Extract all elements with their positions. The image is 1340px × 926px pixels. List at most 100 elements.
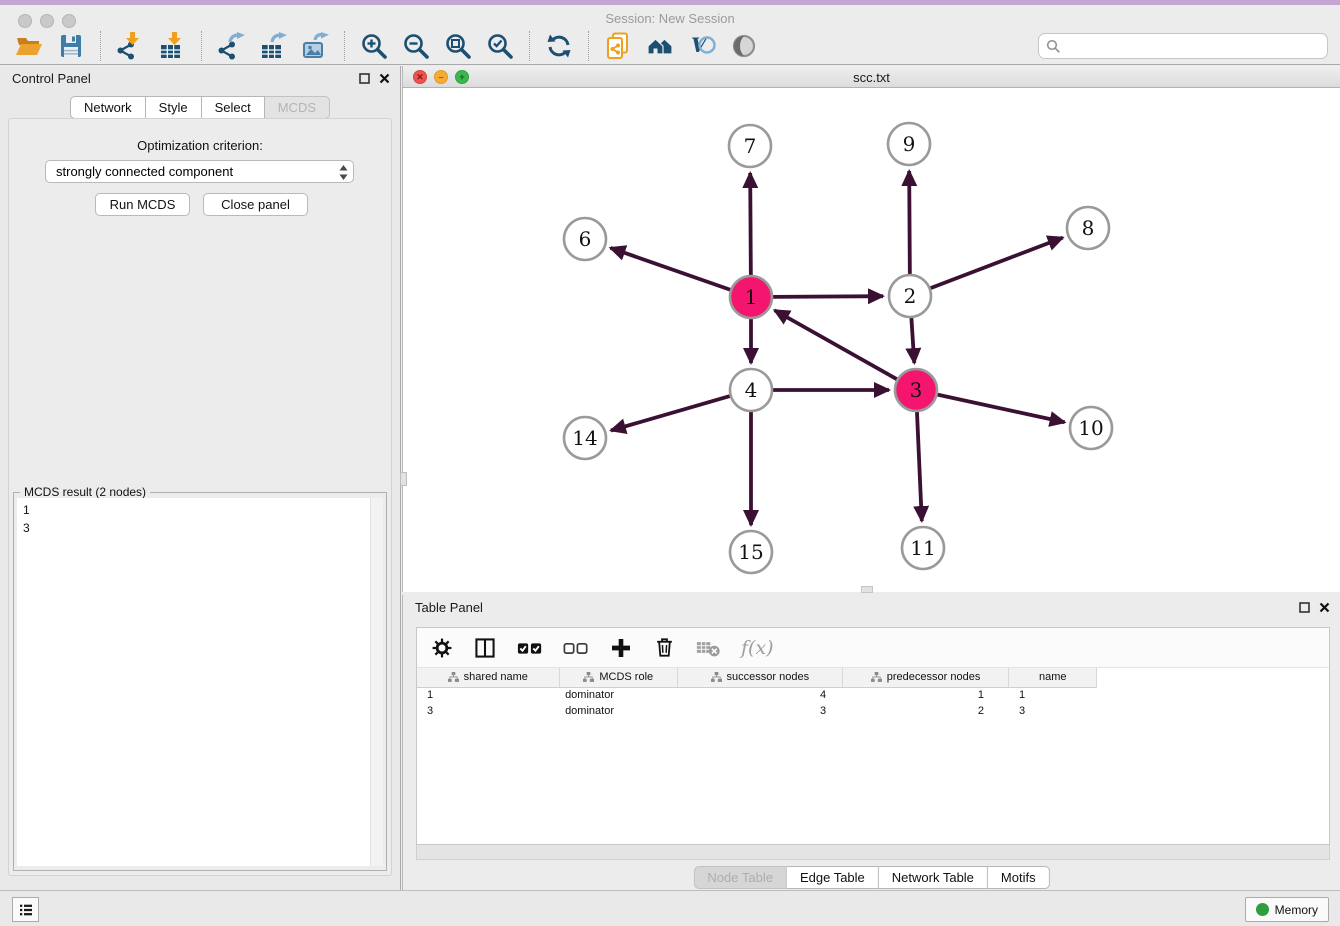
result-scrollbar[interactable] (370, 498, 383, 866)
table-settings-gear-icon[interactable] (431, 637, 453, 659)
toolbar-separator (100, 31, 101, 61)
tab-select[interactable]: Select (202, 96, 265, 119)
table-header-row: shared name MCDS role successor nodes pr… (417, 668, 1097, 687)
graph-node-label-10: 10 (1078, 416, 1103, 440)
add-column-icon[interactable] (609, 636, 633, 660)
graph-edge-1-7[interactable] (750, 173, 751, 275)
graph-edge-3-11[interactable] (917, 412, 922, 521)
memory-button[interactable]: Memory (1245, 897, 1329, 922)
mcds-result-group: MCDS result (2 nodes) 1 3 (13, 492, 387, 871)
hierarchy-icon (711, 672, 722, 683)
graph-node-label-3: 3 (910, 378, 923, 402)
task-history-button[interactable] (12, 897, 39, 922)
float-panel-icon[interactable] (1299, 602, 1310, 613)
dropdown-selected-value: strongly connected component (56, 164, 233, 179)
new-network-doc-icon (604, 32, 632, 60)
search-icon (1046, 39, 1061, 54)
refresh-layout-button[interactable] (544, 31, 574, 61)
column-header-shared-name[interactable]: shared name (417, 668, 559, 687)
close-panel-icon[interactable] (379, 73, 390, 84)
splitter-grip-left[interactable] (400, 472, 407, 486)
control-panel-tabs: Network Style Select MCDS (70, 96, 330, 119)
tab-edge-table[interactable]: Edge Table (787, 866, 879, 889)
select-all-icon[interactable] (517, 635, 543, 661)
table-row[interactable]: 3dominator323 (417, 703, 1097, 719)
graph-node-label-4: 4 (745, 378, 758, 402)
mcds-result-text[interactable]: 1 3 (17, 498, 370, 866)
search-input[interactable] (1038, 33, 1328, 59)
tab-node-table[interactable]: Node Table (693, 866, 787, 889)
new-network-from-selection-button[interactable] (603, 31, 633, 61)
zoom-fit-icon (444, 32, 472, 60)
close-panel-icon[interactable] (1319, 602, 1330, 613)
column-header-successor-nodes[interactable]: successor nodes (677, 668, 842, 687)
show-columns-icon[interactable] (473, 636, 497, 660)
graph-edge-3-1[interactable] (775, 310, 897, 379)
table-row[interactable]: 1dominator411 (417, 687, 1097, 703)
hierarchy-icon (448, 672, 459, 683)
memory-status-dot (1256, 903, 1269, 916)
tab-motifs[interactable]: Motifs (988, 866, 1050, 889)
delete-column-trash-icon[interactable] (653, 636, 676, 659)
dropdown-stepper-icon (338, 164, 349, 181)
close-panel-button[interactable]: Close panel (203, 193, 308, 216)
float-panel-icon[interactable] (359, 73, 370, 84)
toolbar-separator (201, 31, 202, 61)
graph-edge-2-9[interactable] (909, 171, 910, 274)
export-table-button[interactable] (258, 31, 288, 61)
venn-diagram-icon: V (688, 32, 716, 60)
graph-edge-2-8[interactable] (931, 238, 1063, 289)
control-panel-title: Control Panel (12, 71, 91, 86)
import-table-icon (158, 32, 186, 60)
network-title: scc.txt (403, 70, 1340, 85)
graph-node-label-2: 2 (904, 284, 917, 308)
deselect-all-icon[interactable] (563, 635, 589, 661)
save-icon (57, 32, 85, 60)
zoom-fit-button[interactable] (443, 31, 473, 61)
column-header-predecessor-nodes[interactable]: predecessor nodes (842, 668, 1009, 687)
graph-edge-1-6[interactable] (610, 248, 730, 290)
zoom-out-icon (402, 32, 430, 60)
column-header-mcds-role[interactable]: MCDS role (559, 668, 677, 687)
table-horizontal-scrollbar[interactable] (416, 845, 1330, 860)
network-frame: ✕ – + scc.txt 7968124314101511 (402, 66, 1340, 592)
function-builder-icon: f(x) (741, 637, 774, 659)
column-header-name[interactable]: name (1009, 668, 1097, 687)
graph-edge-2-3[interactable] (911, 318, 914, 363)
graph-node-label-8: 8 (1082, 216, 1095, 240)
zoom-in-button[interactable] (359, 31, 389, 61)
control-panel: Control Panel Network Style Select MCDS … (0, 66, 401, 890)
double-home-button[interactable] (645, 31, 675, 61)
graph-edge-3-10[interactable] (937, 395, 1064, 423)
optimization-criterion-select[interactable]: strongly connected component (45, 160, 354, 183)
tab-mcds[interactable]: MCDS (265, 96, 330, 119)
export-network-button[interactable] (216, 31, 246, 61)
node-table-body: 1dominator4113dominator323 (417, 687, 1097, 719)
export-image-button[interactable] (300, 31, 330, 61)
toolbar-separator (344, 31, 345, 61)
import-network-icon (116, 32, 144, 60)
venn-diagram-button[interactable]: V (687, 31, 717, 61)
network-graph[interactable]: 7968124314101511 (403, 88, 1340, 592)
zoom-selected-button[interactable] (485, 31, 515, 61)
export-table-icon (259, 32, 287, 60)
import-table-button[interactable] (157, 31, 187, 61)
tab-style[interactable]: Style (146, 96, 202, 119)
tab-network[interactable]: Network (70, 96, 146, 119)
import-network-button[interactable] (115, 31, 145, 61)
eye-button[interactable] (729, 31, 759, 61)
open-folder-icon (15, 32, 43, 60)
zoom-out-button[interactable] (401, 31, 431, 61)
node-table-container: f(x) shared name MCDS role suc (416, 627, 1330, 845)
open-session-button[interactable] (14, 31, 44, 61)
zoom-in-icon (360, 32, 388, 60)
graph-edge-4-14[interactable] (611, 396, 730, 430)
network-titlebar[interactable]: ✕ – + scc.txt (403, 66, 1340, 88)
save-session-button[interactable] (56, 31, 86, 61)
graph-edge-1-2[interactable] (773, 296, 883, 297)
graph-node-label-7: 7 (744, 134, 757, 158)
splitter-grip-bottom[interactable] (861, 586, 873, 593)
run-mcds-button[interactable]: Run MCDS (95, 193, 190, 216)
tab-network-table[interactable]: Network Table (879, 866, 988, 889)
graph-node-label-1: 1 (745, 285, 758, 309)
